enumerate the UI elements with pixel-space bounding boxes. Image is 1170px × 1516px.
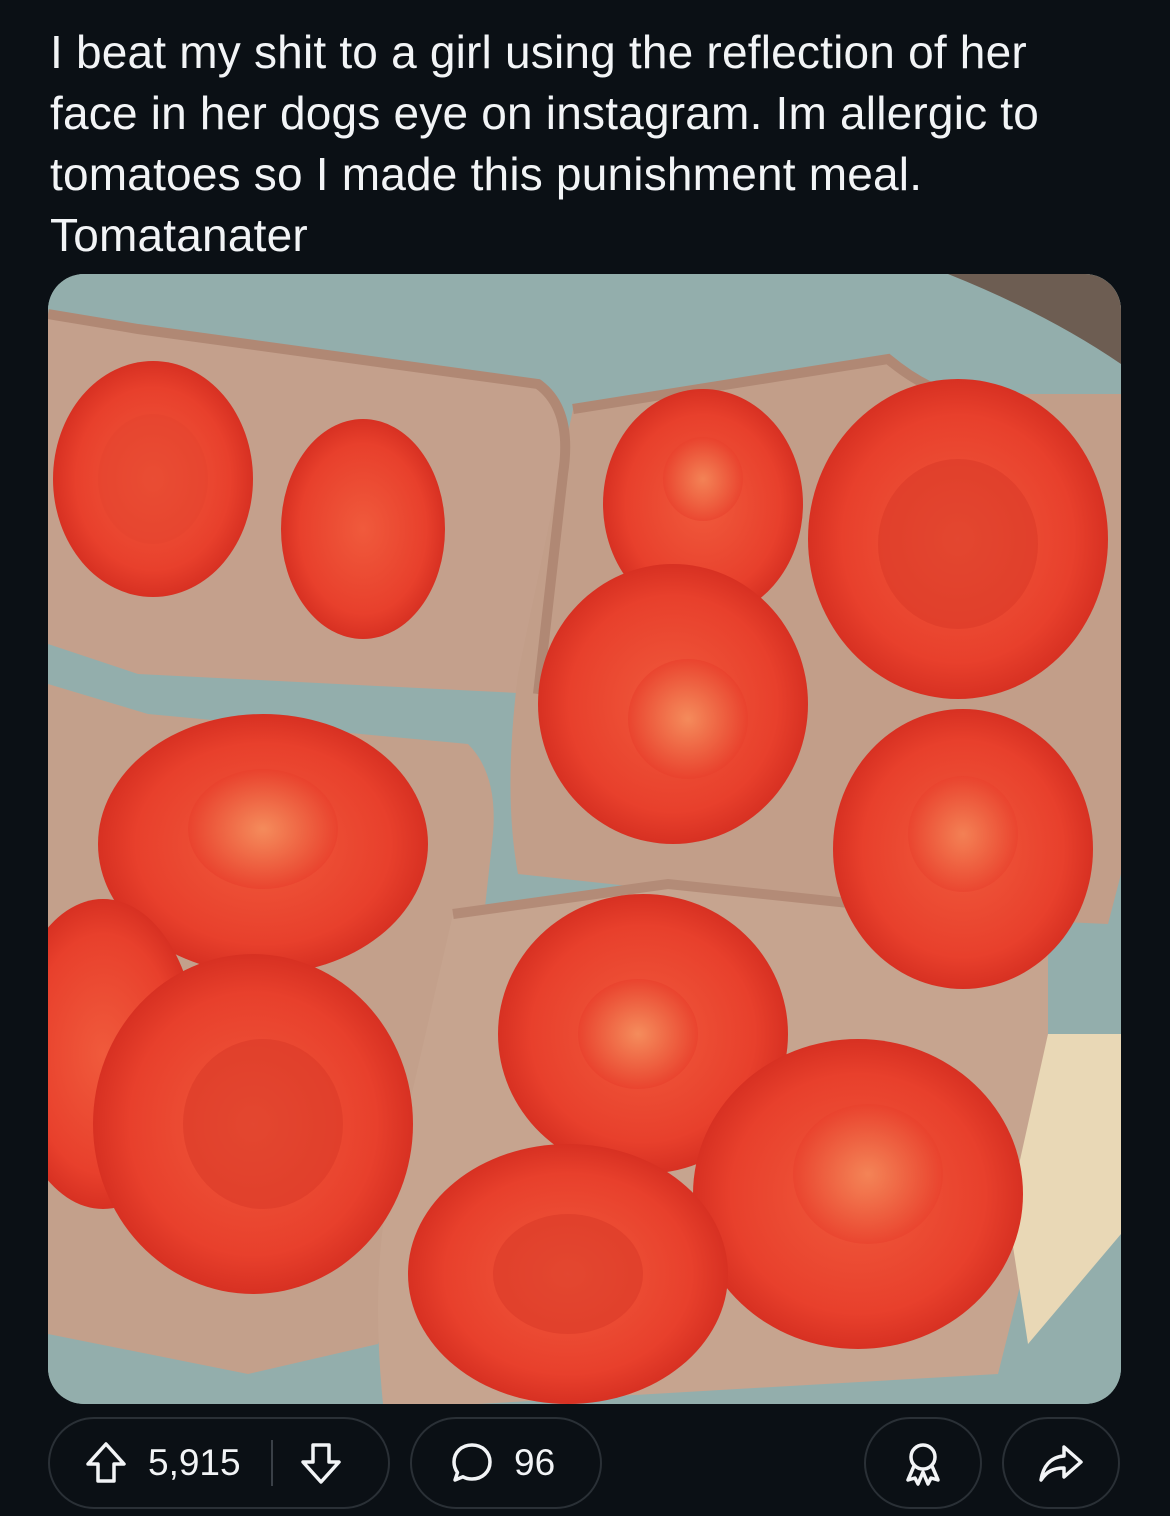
upvote-button[interactable]: [76, 1433, 136, 1493]
vote-divider: [270, 1440, 273, 1486]
upvote-count: 5,915: [148, 1442, 241, 1483]
comment-icon-wrap: [442, 1433, 502, 1493]
award-button[interactable]: [864, 1417, 982, 1509]
award-ribbon-icon: [906, 1443, 940, 1486]
arrow-down-icon: [300, 1443, 341, 1484]
share-arrow-icon: [1039, 1445, 1083, 1482]
share-button[interactable]: [1002, 1417, 1120, 1509]
post-image[interactable]: [48, 274, 1121, 1404]
comment-count: 96: [514, 1442, 556, 1483]
speech-bubble-icon: [452, 1443, 492, 1482]
post-action-bar: 5,915 96: [0, 1417, 1170, 1512]
post-title: I beat my shit to a girl using the refle…: [50, 26, 1040, 261]
comments-button[interactable]: 96: [410, 1417, 602, 1509]
vote-control: 5,915: [48, 1417, 390, 1509]
toast-with-tomatoes-photo: [48, 274, 1121, 1404]
downvote-button[interactable]: [291, 1433, 351, 1493]
arrow-up-icon: [86, 1442, 126, 1483]
